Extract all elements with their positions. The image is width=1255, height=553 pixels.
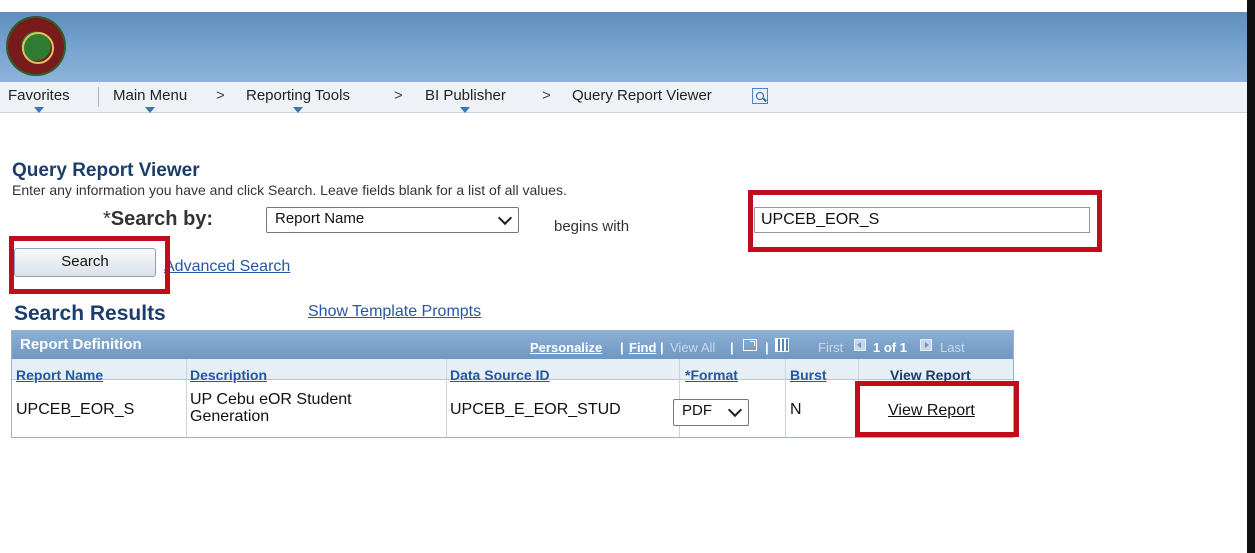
nav-bi-publisher-label: BI Publisher — [425, 87, 506, 104]
view-all-link: View All — [670, 340, 716, 355]
required-marker: * — [103, 208, 111, 230]
query-report-viewer-icon[interactable] — [752, 88, 768, 104]
nav-reporting-tools[interactable]: Reporting Tools — [246, 87, 350, 113]
cell-data-source-id: UPCEB_E_EOR_STUD — [450, 401, 621, 418]
operator-label: begins with — [554, 218, 630, 235]
nav-main-menu-label: Main Menu — [113, 87, 188, 104]
header-banner — [0, 12, 1247, 82]
search-by-select[interactable]: Report Name — [266, 207, 519, 233]
find-link[interactable]: Find — [629, 340, 656, 355]
download-excel-icon[interactable] — [775, 338, 789, 352]
breadcrumb-arrow: > — [216, 87, 225, 104]
nav-query-report-viewer[interactable]: Query Report Viewer — [572, 87, 712, 109]
nav-main-menu[interactable]: Main Menu — [113, 87, 188, 113]
breadcrumb-arrow: > — [542, 87, 551, 104]
nav-favorites[interactable]: Favorites — [8, 87, 70, 113]
nav-reporting-tools-label: Reporting Tools — [246, 87, 350, 104]
chevron-down-icon — [497, 210, 513, 226]
column-header-report-name[interactable]: Report Name — [16, 367, 103, 383]
nav-query-report-viewer-label: Query Report Viewer — [572, 87, 712, 104]
row-count: 1 of 1 — [873, 340, 907, 355]
chevron-down-icon — [727, 402, 743, 418]
grid-header-bar: Report Definition Personalize | Find | V… — [12, 331, 1013, 359]
cell-burst: N — [790, 401, 802, 418]
top-margin — [0, 0, 1255, 12]
format-select[interactable]: PDF — [673, 399, 749, 426]
column-header-description[interactable]: Description — [190, 367, 267, 383]
reporting-tools-caret-icon — [292, 107, 303, 113]
first-link: First — [818, 340, 844, 355]
last-link: Last — [940, 340, 965, 355]
navigation-bar: Favorites Main Menu > Reporting Tools > … — [0, 82, 1247, 113]
university-seal-logo — [6, 16, 66, 76]
nav-bi-publisher[interactable]: BI Publisher — [425, 87, 506, 113]
column-divider — [785, 359, 786, 437]
next-arrow-icon — [920, 339, 932, 351]
cell-report-name: UPCEB_EOR_S — [16, 401, 135, 418]
column-header-burst[interactable]: Burst — [790, 367, 827, 383]
nav-separator — [98, 87, 99, 107]
personalize-link[interactable]: Personalize — [530, 340, 602, 355]
cell-description: UP Cebu eOR Student Generation — [190, 391, 352, 425]
column-header-row: Report Name Description Data Source ID *… — [12, 359, 1013, 383]
previous-arrow-icon — [854, 339, 866, 351]
view-report-highlight — [855, 381, 1019, 437]
search-button-highlight — [9, 236, 170, 294]
bi-publisher-caret-icon — [460, 107, 471, 113]
search-value-highlight — [748, 190, 1102, 252]
grid-separator: | — [620, 340, 624, 355]
zoom-icon[interactable] — [743, 339, 757, 351]
grid-title: Report Definition — [20, 336, 142, 353]
grid-separator: | — [660, 340, 664, 355]
column-header-format[interactable]: *Format — [685, 367, 738, 383]
show-template-prompts-link[interactable]: Show Template Prompts — [308, 303, 481, 321]
column-divider — [186, 359, 187, 437]
column-header-data-source-id[interactable]: Data Source ID — [450, 367, 550, 383]
instructions-text: Enter any information you have and click… — [12, 182, 567, 198]
search-by-label-text: Search by: — [110, 208, 214, 230]
main-menu-caret-icon — [145, 107, 156, 113]
search-by-label: *Search by: — [103, 208, 213, 231]
window-edge — [1247, 0, 1255, 553]
breadcrumb-arrow: > — [394, 87, 403, 104]
search-by-select-value: Report Name — [275, 210, 365, 227]
search-results-title: Search Results — [14, 302, 166, 325]
nav-favorites-label: Favorites — [8, 87, 70, 104]
advanced-search-link[interactable]: Advanced Search — [164, 258, 290, 276]
column-divider — [446, 359, 447, 437]
grid-separator: | — [730, 340, 734, 355]
grid-separator: | — [765, 340, 769, 355]
favorites-caret-icon — [33, 107, 44, 113]
format-select-value: PDF — [682, 402, 712, 419]
page-title: Query Report Viewer — [12, 160, 200, 181]
